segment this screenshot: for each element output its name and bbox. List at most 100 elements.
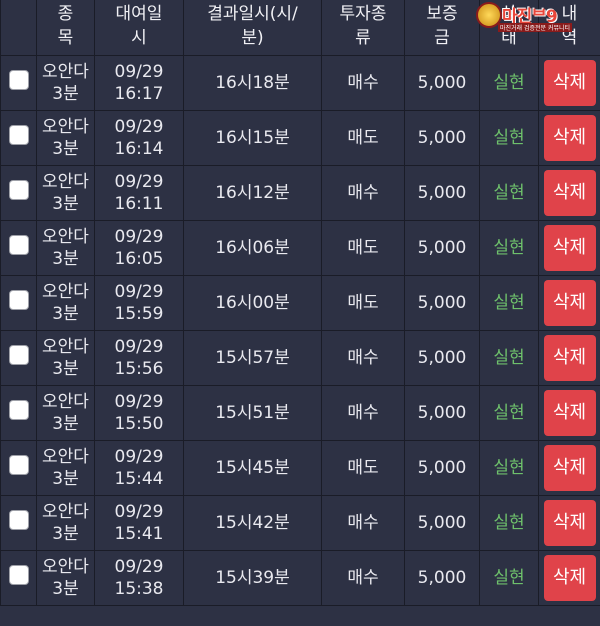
- row-status: 실현: [479, 495, 539, 551]
- row-checkbox-cell[interactable]: [0, 385, 37, 441]
- delete-button[interactable]: 삭제: [543, 335, 596, 381]
- header-type: 투자종 류: [321, 0, 405, 56]
- row-delete-cell: 삭제: [538, 330, 600, 386]
- table-row: 오안다 3분 09/29 15:59 16시00분 매도 5,000 실현 삭제: [0, 275, 600, 331]
- row-time: 09/29 16:05: [94, 220, 184, 276]
- row-clock: 15:44: [114, 469, 164, 489]
- header-checkbox-col: [0, 0, 37, 56]
- row-result: 15시57분: [183, 330, 322, 386]
- row-time: 09/29 15:56: [94, 330, 184, 386]
- row-delete-cell: 삭제: [538, 275, 600, 331]
- row-time: 09/29 15:38: [94, 550, 184, 606]
- row-name: 오안다 3분: [36, 330, 95, 386]
- delete-button[interactable]: 삭제: [543, 445, 596, 491]
- delete-button[interactable]: 삭제: [543, 280, 596, 326]
- row-result: 15시45분: [183, 440, 322, 496]
- table-row: 오안다 3분 09/29 15:50 15시51분 매수 5,000 실현 삭제: [0, 385, 600, 441]
- row-name: 오안다 3분: [36, 55, 95, 111]
- row-type: 매도: [321, 220, 405, 276]
- row-name: 오안다 3분: [36, 495, 95, 551]
- row-status: 실현: [479, 55, 539, 111]
- row-clock: 15:50: [114, 414, 164, 434]
- row-clock: 15:59: [114, 304, 164, 324]
- row-status: 실현: [479, 385, 539, 441]
- header-delete: 내 역: [538, 0, 600, 56]
- delete-button[interactable]: 삭제: [543, 115, 596, 161]
- row-type: 매수: [321, 330, 405, 386]
- row-checkbox[interactable]: [8, 235, 29, 255]
- header-delete-line2: 역: [561, 28, 578, 48]
- row-name-line1: 오안다: [42, 282, 89, 302]
- header-name-line2: 목: [57, 28, 74, 48]
- row-name-line2: 3분: [52, 579, 79, 599]
- delete-button[interactable]: 삭제: [543, 500, 596, 546]
- row-checkbox[interactable]: [8, 510, 29, 530]
- row-name-line1: 오안다: [42, 447, 89, 467]
- table-row: 오안다 3분 09/29 15:38 15시39분 매수 5,000 실현 삭제: [0, 550, 600, 606]
- row-delete-cell: 삭제: [538, 550, 600, 606]
- table-header-row: 종 목 대여일 시 결과일시(시/ 분) 투자종 류 보증 금 상 태 내 역: [0, 0, 600, 56]
- header-time-line2: 시: [131, 28, 147, 48]
- row-checkbox[interactable]: [8, 345, 29, 365]
- row-name: 오안다 3분: [36, 110, 95, 166]
- row-checkbox[interactable]: [8, 125, 29, 145]
- row-type: 매수: [321, 495, 405, 551]
- row-status: 실현: [479, 110, 539, 166]
- row-clock: 16:11: [114, 194, 164, 214]
- row-deposit: 5,000: [404, 330, 480, 386]
- row-name: 오안다 3분: [36, 385, 95, 441]
- row-name-line2: 3분: [52, 469, 79, 489]
- delete-button[interactable]: 삭제: [543, 390, 596, 436]
- row-date: 09/29: [114, 447, 164, 467]
- row-name-line2: 3분: [52, 414, 79, 434]
- header-type-line2: 류: [355, 28, 371, 48]
- row-checkbox-cell[interactable]: [0, 440, 37, 496]
- row-date: 09/29: [114, 392, 164, 412]
- row-time: 09/29 15:41: [94, 495, 184, 551]
- row-checkbox[interactable]: [8, 290, 29, 310]
- row-clock: 16:17: [114, 84, 164, 104]
- row-checkbox-cell[interactable]: [0, 495, 37, 551]
- row-deposit: 5,000: [404, 495, 480, 551]
- row-date: 09/29: [114, 62, 164, 82]
- row-name: 오안다 3분: [36, 220, 95, 276]
- row-checkbox-cell[interactable]: [0, 220, 37, 276]
- row-checkbox-cell[interactable]: [0, 165, 37, 221]
- header-status-line2: 태: [501, 28, 517, 48]
- row-deposit: 5,000: [404, 220, 480, 276]
- row-name-line1: 오안다: [42, 557, 89, 577]
- row-status: 실현: [479, 440, 539, 496]
- row-name-line1: 오안다: [42, 227, 89, 247]
- row-result: 15시51분: [183, 385, 322, 441]
- header-deposit: 보증 금: [404, 0, 480, 56]
- row-date: 09/29: [114, 557, 164, 577]
- row-date: 09/29: [114, 117, 164, 137]
- row-checkbox[interactable]: [8, 565, 29, 585]
- delete-button[interactable]: 삭제: [543, 60, 596, 106]
- table-row: 오안다 3분 09/29 16:05 16시06분 매도 5,000 실현 삭제: [0, 220, 600, 276]
- row-name-line1: 오안다: [42, 117, 89, 137]
- row-checkbox[interactable]: [8, 180, 29, 200]
- row-name-line2: 3분: [52, 139, 79, 159]
- row-deposit: 5,000: [404, 55, 480, 111]
- row-checkbox-cell[interactable]: [0, 330, 37, 386]
- row-result: 16시06분: [183, 220, 322, 276]
- row-checkbox-cell[interactable]: [0, 550, 37, 606]
- header-deposit-line1: 보증: [426, 4, 458, 24]
- delete-button[interactable]: 삭제: [543, 555, 596, 601]
- header-type-line1: 투자종: [339, 4, 387, 24]
- row-checkbox[interactable]: [8, 70, 29, 90]
- row-clock: 15:56: [114, 359, 164, 379]
- row-name-line1: 오안다: [42, 337, 89, 357]
- row-date: 09/29: [114, 227, 164, 247]
- row-checkbox[interactable]: [8, 455, 29, 475]
- row-checkbox[interactable]: [8, 400, 29, 420]
- row-name-line2: 3분: [52, 359, 79, 379]
- row-checkbox-cell[interactable]: [0, 55, 37, 111]
- row-deposit: 5,000: [404, 550, 480, 606]
- row-checkbox-cell[interactable]: [0, 110, 37, 166]
- row-clock: 16:14: [114, 139, 164, 159]
- delete-button[interactable]: 삭제: [543, 170, 596, 216]
- row-checkbox-cell[interactable]: [0, 275, 37, 331]
- delete-button[interactable]: 삭제: [543, 225, 596, 271]
